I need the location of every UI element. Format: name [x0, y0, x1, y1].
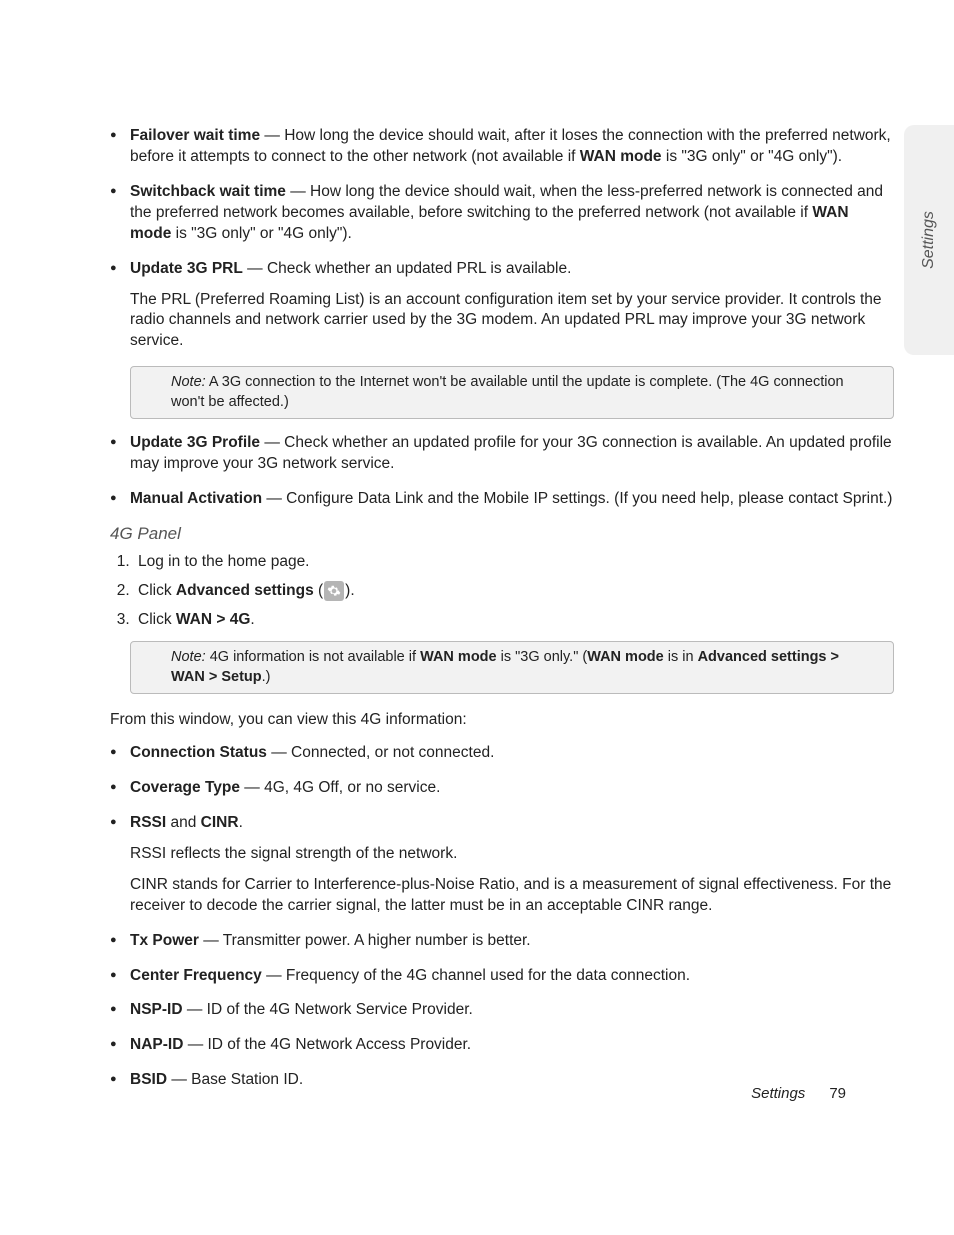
- term-paragraph: RSSI reflects the signal strength of the…: [130, 844, 894, 865]
- term-text: — Connected, or not connected.: [267, 744, 494, 761]
- list-item: Tx Power — Transmitter power. A higher n…: [130, 931, 894, 952]
- list-item: Center Frequency — Frequency of the 4G c…: [130, 966, 894, 987]
- term-text: — Configure Data Link and the Mobile IP …: [262, 490, 892, 507]
- note-box: Note: A 3G connection to the Internet wo…: [130, 366, 894, 419]
- bullet-list-b: Update 3G Profile — Check whether an upd…: [110, 433, 894, 510]
- term-text: — Transmitter power. A higher number is …: [199, 932, 531, 949]
- intro-text: From this window, you can view this 4G i…: [110, 710, 894, 731]
- note-bold: WAN mode: [420, 649, 497, 665]
- gear-icon: [324, 581, 344, 601]
- term-text: — 4G, 4G Off, or no service.: [240, 779, 440, 796]
- list-item: NSP-ID — ID of the 4G Network Service Pr…: [130, 1000, 894, 1021]
- term-label: NSP-ID: [130, 1001, 183, 1018]
- note-text: 4G information is not available if: [206, 649, 420, 665]
- step-item: Click Advanced settings ().: [134, 581, 894, 602]
- step-item: Click WAN > 4G.: [134, 610, 894, 631]
- term-text: — Check whether an updated PRL is availa…: [243, 260, 572, 277]
- step-text: Click: [138, 582, 176, 599]
- footer-section: Settings: [751, 1085, 805, 1102]
- term-label: Coverage Type: [130, 779, 240, 796]
- step-bold: WAN > 4G: [176, 611, 251, 628]
- side-tab-label: Settings: [920, 211, 938, 269]
- list-item: NAP-ID — ID of the 4G Network Access Pro…: [130, 1035, 894, 1056]
- footer-page-number: 79: [829, 1085, 846, 1102]
- term-text: — ID of the 4G Network Service Provider.: [183, 1001, 473, 1018]
- note-text: is in: [664, 649, 698, 665]
- step-text: .: [250, 611, 254, 628]
- term-text: and: [166, 814, 200, 831]
- term-label: BSID: [130, 1071, 167, 1088]
- term-text: — ID of the 4G Network Access Provider.: [183, 1036, 471, 1053]
- note-text: A 3G connection to the Internet won't be…: [171, 374, 844, 410]
- term-label: Failover wait time: [130, 127, 260, 144]
- list-item: Failover wait time — How long the device…: [130, 126, 894, 168]
- term-label: Center Frequency: [130, 967, 262, 984]
- term-paragraph: The PRL (Preferred Roaming List) is an a…: [130, 290, 894, 353]
- term-text: is "3G only" or "4G only").: [171, 225, 352, 242]
- step-bold: Advanced settings: [176, 582, 314, 599]
- term-text: is "3G only" or "4G only").: [662, 148, 843, 165]
- term-text: .: [239, 814, 243, 831]
- note-box: Note: 4G information is not available if…: [130, 641, 894, 694]
- step-text: Click: [138, 611, 176, 628]
- list-item: Coverage Type — 4G, 4G Off, or no servic…: [130, 778, 894, 799]
- note-text: is "3G only." (: [497, 649, 588, 665]
- term-label: Manual Activation: [130, 490, 262, 507]
- term-label: Update 3G PRL: [130, 260, 243, 277]
- steps-list: Log in to the home page. Click Advanced …: [110, 552, 894, 631]
- bullet-list-c: Connection Status — Connected, or not co…: [110, 743, 894, 1091]
- page-footer: Settings 79: [751, 1085, 846, 1102]
- note-text: .): [262, 669, 271, 685]
- term-label: Connection Status: [130, 744, 267, 761]
- term-label: Update 3G Profile: [130, 434, 260, 451]
- page-content: Settings Failover wait time — How long t…: [0, 0, 954, 1180]
- list-item: Update 3G Profile — Check whether an upd…: [130, 433, 894, 475]
- note-label: Note:: [171, 649, 206, 665]
- list-item: Switchback wait time — How long the devi…: [130, 182, 894, 245]
- note-bold: WAN mode: [587, 649, 664, 665]
- step-text: (: [314, 582, 323, 599]
- term-label: Switchback wait time: [130, 183, 286, 200]
- term-bold: WAN mode: [580, 148, 662, 165]
- side-tab: Settings: [904, 125, 954, 355]
- term-label: RSSI: [130, 814, 166, 831]
- term-text: — Frequency of the 4G channel used for t…: [262, 967, 690, 984]
- bullet-list-a: Failover wait time — How long the device…: [110, 126, 894, 352]
- term-paragraph: CINR stands for Carrier to Interference-…: [130, 875, 894, 917]
- list-item: Manual Activation — Configure Data Link …: [130, 489, 894, 510]
- section-heading-4g-panel: 4G Panel: [110, 524, 894, 544]
- term-label: Tx Power: [130, 932, 199, 949]
- list-item: RSSI and CINR. RSSI reflects the signal …: [130, 813, 894, 917]
- step-item: Log in to the home page.: [134, 552, 894, 573]
- step-text: ).: [345, 582, 354, 599]
- term-label: CINR: [201, 814, 239, 831]
- term-text: — Base Station ID.: [167, 1071, 303, 1088]
- list-item: Connection Status — Connected, or not co…: [130, 743, 894, 764]
- note-label: Note:: [171, 374, 206, 390]
- list-item: Update 3G PRL — Check whether an updated…: [130, 259, 894, 353]
- term-label: NAP-ID: [130, 1036, 183, 1053]
